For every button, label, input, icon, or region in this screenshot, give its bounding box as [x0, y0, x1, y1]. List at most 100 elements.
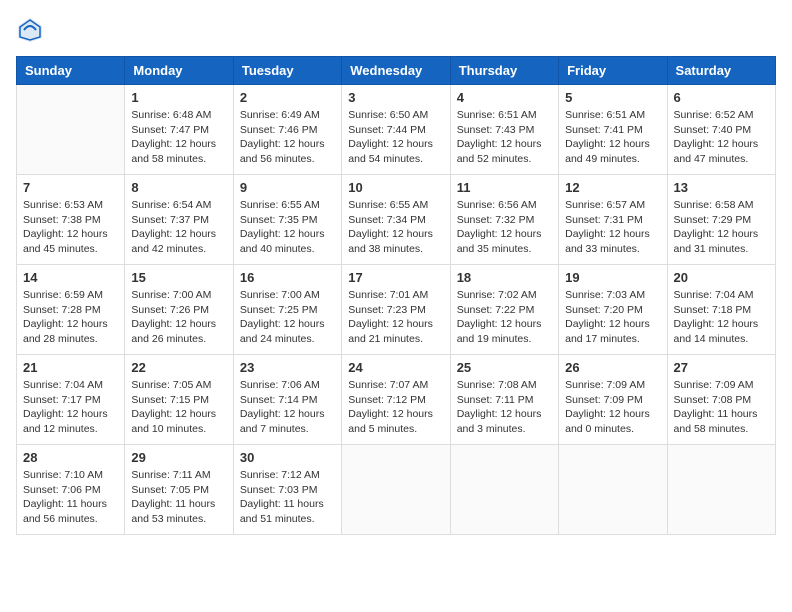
day-info: Sunrise: 6:55 AM Sunset: 7:34 PM Dayligh…	[348, 198, 443, 257]
day-number: 30	[240, 450, 335, 465]
day-number: 24	[348, 360, 443, 375]
calendar-cell	[667, 445, 775, 535]
calendar-cell: 13 Sunrise: 6:58 AM Sunset: 7:29 PM Dayli…	[667, 175, 775, 265]
calendar-cell: 7 Sunrise: 6:53 AM Sunset: 7:38 PM Daylig…	[17, 175, 125, 265]
calendar-cell: 10 Sunrise: 6:55 AM Sunset: 7:34 PM Dayli…	[342, 175, 450, 265]
day-header-wednesday: Wednesday	[342, 57, 450, 85]
day-info: Sunrise: 7:12 AM Sunset: 7:03 PM Dayligh…	[240, 468, 335, 527]
day-number: 27	[674, 360, 769, 375]
calendar-week-row: 21 Sunrise: 7:04 AM Sunset: 7:17 PM Dayli…	[17, 355, 776, 445]
calendar-cell: 4 Sunrise: 6:51 AM Sunset: 7:43 PM Daylig…	[450, 85, 558, 175]
calendar-cell: 23 Sunrise: 7:06 AM Sunset: 7:14 PM Dayli…	[233, 355, 341, 445]
calendar-cell: 1 Sunrise: 6:48 AM Sunset: 7:47 PM Daylig…	[125, 85, 233, 175]
calendar-cell	[559, 445, 667, 535]
calendar-cell: 20 Sunrise: 7:04 AM Sunset: 7:18 PM Dayli…	[667, 265, 775, 355]
day-number: 23	[240, 360, 335, 375]
day-number: 19	[565, 270, 660, 285]
calendar-cell: 29 Sunrise: 7:11 AM Sunset: 7:05 PM Dayli…	[125, 445, 233, 535]
day-info: Sunrise: 6:54 AM Sunset: 7:37 PM Dayligh…	[131, 198, 226, 257]
day-info: Sunrise: 6:58 AM Sunset: 7:29 PM Dayligh…	[674, 198, 769, 257]
day-info: Sunrise: 7:00 AM Sunset: 7:26 PM Dayligh…	[131, 288, 226, 347]
calendar-table: SundayMondayTuesdayWednesdayThursdayFrid…	[16, 56, 776, 535]
day-number: 11	[457, 180, 552, 195]
calendar-cell: 24 Sunrise: 7:07 AM Sunset: 7:12 PM Dayli…	[342, 355, 450, 445]
calendar-cell: 25Sunrise: 7:08 AM Sunset: 7:11 PM Dayli…	[450, 355, 558, 445]
calendar-cell: 3Sunrise: 6:50 AM Sunset: 7:44 PM Daylig…	[342, 85, 450, 175]
calendar-cell: 18 Sunrise: 7:02 AM Sunset: 7:22 PM Dayli…	[450, 265, 558, 355]
day-info: Sunrise: 7:02 AM Sunset: 7:22 PM Dayligh…	[457, 288, 552, 347]
day-number: 6	[674, 90, 769, 105]
day-number: 12	[565, 180, 660, 195]
day-info: Sunrise: 6:55 AM Sunset: 7:35 PM Dayligh…	[240, 198, 335, 257]
day-number: 7	[23, 180, 118, 195]
day-info: Sunrise: 6:48 AM Sunset: 7:47 PM Dayligh…	[131, 108, 226, 167]
day-number: 29	[131, 450, 226, 465]
day-number: 8	[131, 180, 226, 195]
day-header-friday: Friday	[559, 57, 667, 85]
calendar-cell: 14Sunrise: 6:59 AM Sunset: 7:28 PM Dayli…	[17, 265, 125, 355]
calendar-week-row: 1 Sunrise: 6:48 AM Sunset: 7:47 PM Daylig…	[17, 85, 776, 175]
calendar-cell: 21 Sunrise: 7:04 AM Sunset: 7:17 PM Dayli…	[17, 355, 125, 445]
calendar-cell: 19 Sunrise: 7:03 AM Sunset: 7:20 PM Dayli…	[559, 265, 667, 355]
day-number: 26	[565, 360, 660, 375]
day-number: 28	[23, 450, 118, 465]
day-info: Sunrise: 7:03 AM Sunset: 7:20 PM Dayligh…	[565, 288, 660, 347]
day-info: Sunrise: 7:04 AM Sunset: 7:18 PM Dayligh…	[674, 288, 769, 347]
day-info: Sunrise: 6:52 AM Sunset: 7:40 PM Dayligh…	[674, 108, 769, 167]
day-number: 3	[348, 90, 443, 105]
calendar-cell: 2Sunrise: 6:49 AM Sunset: 7:46 PM Daylig…	[233, 85, 341, 175]
day-number: 5	[565, 90, 660, 105]
calendar-header-row: SundayMondayTuesdayWednesdayThursdayFrid…	[17, 57, 776, 85]
day-info: Sunrise: 7:07 AM Sunset: 7:12 PM Dayligh…	[348, 378, 443, 437]
calendar-cell: 5 Sunrise: 6:51 AM Sunset: 7:41 PM Daylig…	[559, 85, 667, 175]
day-number: 4	[457, 90, 552, 105]
day-number: 1	[131, 90, 226, 105]
day-info: Sunrise: 6:53 AM Sunset: 7:38 PM Dayligh…	[23, 198, 118, 257]
day-info: Sunrise: 6:56 AM Sunset: 7:32 PM Dayligh…	[457, 198, 552, 257]
page-header	[16, 16, 776, 44]
calendar-cell: 27Sunrise: 7:09 AM Sunset: 7:08 PM Dayli…	[667, 355, 775, 445]
calendar-cell: 9 Sunrise: 6:55 AM Sunset: 7:35 PM Daylig…	[233, 175, 341, 265]
calendar-cell: 30 Sunrise: 7:12 AM Sunset: 7:03 PM Dayli…	[233, 445, 341, 535]
day-number: 20	[674, 270, 769, 285]
calendar-cell: 17 Sunrise: 7:01 AM Sunset: 7:23 PM Dayli…	[342, 265, 450, 355]
day-info: Sunrise: 7:09 AM Sunset: 7:09 PM Dayligh…	[565, 378, 660, 437]
day-number: 22	[131, 360, 226, 375]
day-number: 2	[240, 90, 335, 105]
day-number: 21	[23, 360, 118, 375]
logo	[16, 16, 46, 44]
calendar-cell: 6 Sunrise: 6:52 AM Sunset: 7:40 PM Daylig…	[667, 85, 775, 175]
calendar-cell: 28Sunrise: 7:10 AM Sunset: 7:06 PM Dayli…	[17, 445, 125, 535]
day-number: 10	[348, 180, 443, 195]
calendar-cell: 16Sunrise: 7:00 AM Sunset: 7:25 PM Dayli…	[233, 265, 341, 355]
day-info: Sunrise: 7:06 AM Sunset: 7:14 PM Dayligh…	[240, 378, 335, 437]
calendar-cell: 15 Sunrise: 7:00 AM Sunset: 7:26 PM Dayli…	[125, 265, 233, 355]
day-info: Sunrise: 6:57 AM Sunset: 7:31 PM Dayligh…	[565, 198, 660, 257]
calendar-week-row: 14Sunrise: 6:59 AM Sunset: 7:28 PM Dayli…	[17, 265, 776, 355]
calendar-cell: 12 Sunrise: 6:57 AM Sunset: 7:31 PM Dayli…	[559, 175, 667, 265]
day-number: 14	[23, 270, 118, 285]
day-number: 15	[131, 270, 226, 285]
day-number: 13	[674, 180, 769, 195]
calendar-week-row: 28Sunrise: 7:10 AM Sunset: 7:06 PM Dayli…	[17, 445, 776, 535]
day-info: Sunrise: 7:04 AM Sunset: 7:17 PM Dayligh…	[23, 378, 118, 437]
calendar-cell: 26 Sunrise: 7:09 AM Sunset: 7:09 PM Dayli…	[559, 355, 667, 445]
day-info: Sunrise: 6:51 AM Sunset: 7:41 PM Dayligh…	[565, 108, 660, 167]
day-info: Sunrise: 7:08 AM Sunset: 7:11 PM Dayligh…	[457, 378, 552, 437]
day-header-thursday: Thursday	[450, 57, 558, 85]
day-info: Sunrise: 6:51 AM Sunset: 7:43 PM Dayligh…	[457, 108, 552, 167]
logo-icon	[16, 16, 44, 44]
day-number: 18	[457, 270, 552, 285]
day-info: Sunrise: 7:01 AM Sunset: 7:23 PM Dayligh…	[348, 288, 443, 347]
day-header-sunday: Sunday	[17, 57, 125, 85]
calendar-week-row: 7 Sunrise: 6:53 AM Sunset: 7:38 PM Daylig…	[17, 175, 776, 265]
calendar-cell	[342, 445, 450, 535]
calendar-cell: 22Sunrise: 7:05 AM Sunset: 7:15 PM Dayli…	[125, 355, 233, 445]
day-number: 16	[240, 270, 335, 285]
day-number: 17	[348, 270, 443, 285]
day-header-saturday: Saturday	[667, 57, 775, 85]
calendar-cell	[17, 85, 125, 175]
day-number: 9	[240, 180, 335, 195]
calendar-cell	[450, 445, 558, 535]
day-info: Sunrise: 7:11 AM Sunset: 7:05 PM Dayligh…	[131, 468, 226, 527]
